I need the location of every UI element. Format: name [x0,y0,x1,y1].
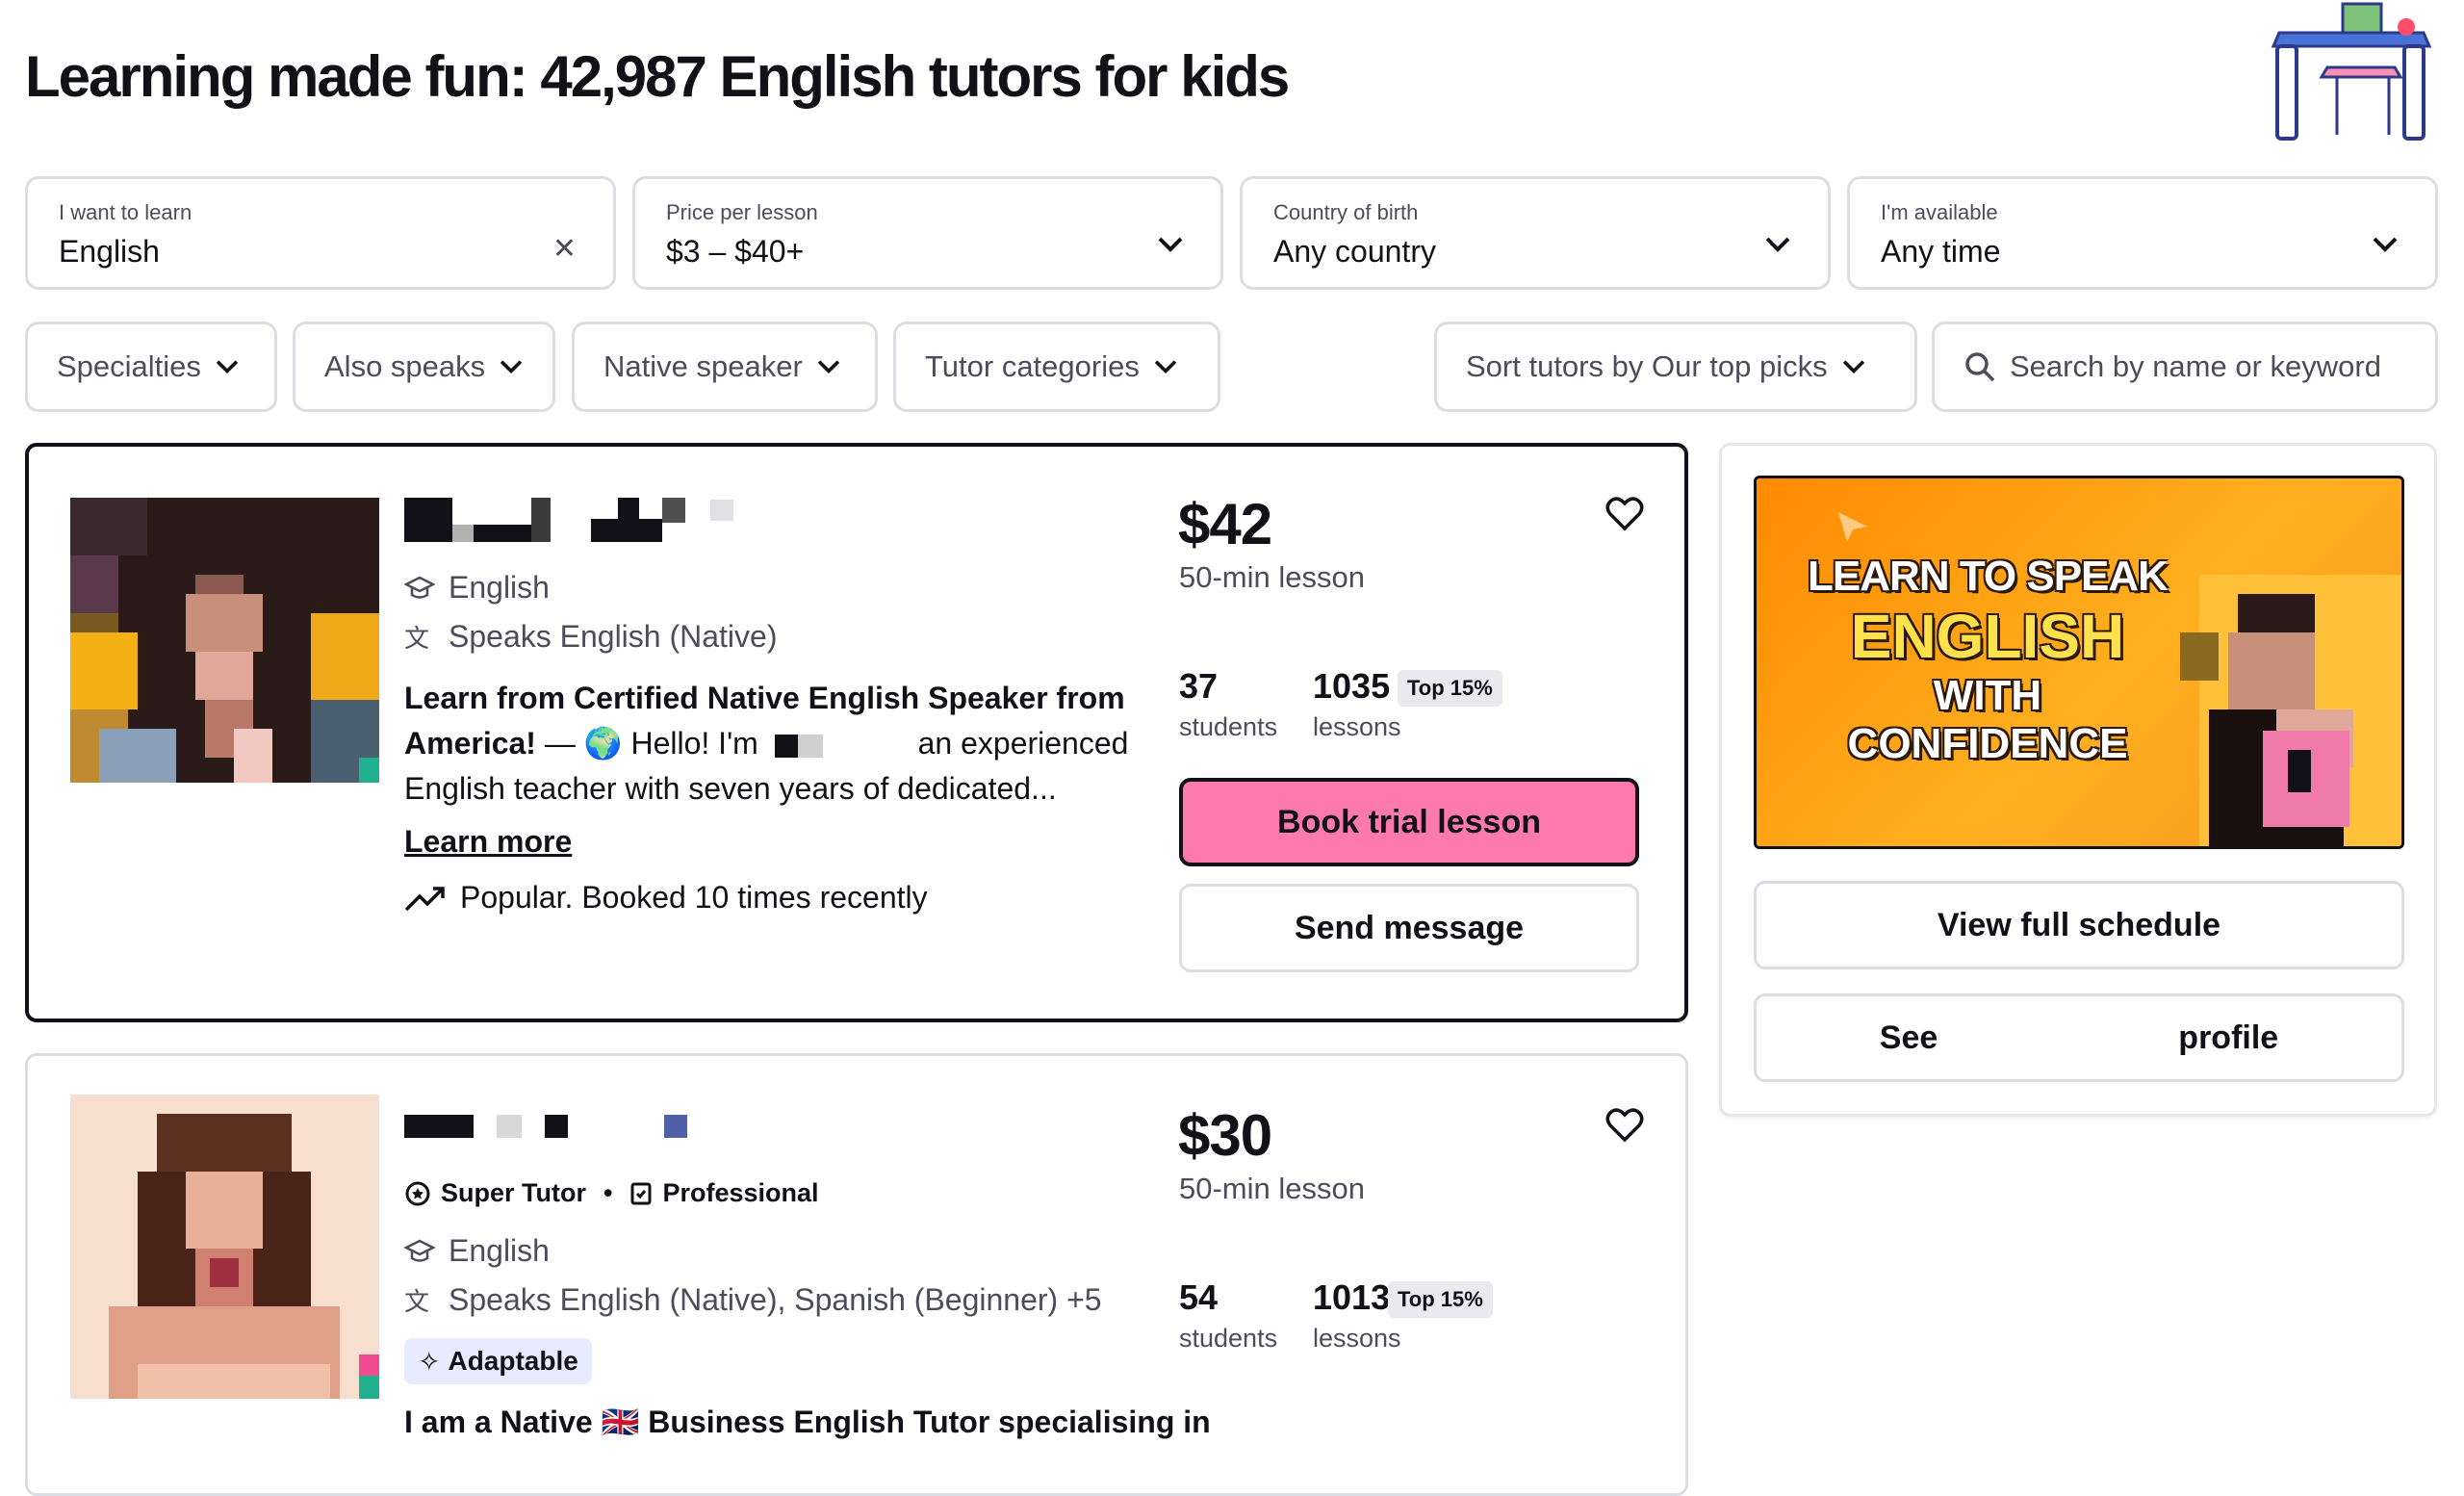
tutor-credentials: Super Tutor • Professional [404,1178,819,1208]
chevron-down-icon [1765,237,1790,252]
video-text: LEARN TO SPEAK ENGLISH WITH CONFIDENCE [1795,555,2180,765]
native-speaker-label: Native speaker [603,349,803,383]
tutor-tag: ✧ Adaptable [404,1338,592,1384]
tutor-desc-end: English teacher with seven years of dedi… [404,771,1057,806]
cursor-icon [1838,512,1867,542]
translate-icon: 文 [404,1287,430,1316]
chevron-down-icon [1158,237,1183,252]
lessons-label: lessons [1313,1324,1401,1353]
tutor-subject-text: English [449,1233,550,1268]
video-line-3: WITH [1933,672,2042,719]
students-label: students [1179,712,1278,741]
close-icon[interactable]: ✕ [552,235,577,264]
search-placeholder: Search by name or keyword [2010,349,2381,383]
award-icon [405,1181,430,1205]
book-trial-button[interactable]: Book trial lesson [1179,778,1639,866]
professional-label: Professional [662,1178,819,1207]
desk-illustration [2270,0,2443,144]
tutor-subject: English [404,570,550,606]
tutor-languages-text: Speaks English (Native), Spanish (Beginn… [449,1282,1102,1317]
chevron-down-icon [216,360,239,374]
intro-video[interactable]: LEARN TO SPEAK ENGLISH WITH CONFIDENCE [1754,476,2404,849]
filter-country-value: Any country [1273,234,1436,269]
popular-text: Popular. Booked 10 times recently [460,880,928,915]
graduation-cap-icon [404,576,435,599]
sort-dropdown[interactable]: Sort tutors by Our top picks [1434,322,1917,412]
translate-icon: 文 [404,624,430,653]
send-message-button[interactable]: Send message [1179,884,1639,972]
certificate-icon [630,1182,652,1204]
tutor-avatar[interactable] [70,1095,379,1399]
filter-price-label: Price per lesson [666,200,818,224]
tutor-desc-start: — 🌍 Hello! I'm [544,726,758,761]
filter-country-label: Country of birth [1273,200,1419,224]
native-speaker-dropdown[interactable]: Native speaker [572,322,878,412]
tutor-subject: English [404,1233,550,1269]
top-badge: Top 15% [1388,1281,1493,1318]
video-line-4: CONFIDENCE [1847,720,2128,767]
see-profile-button[interactable]: See profile [1754,993,2404,1082]
filter-country[interactable]: Country of birth Any country [1240,176,1831,290]
also-speaks-dropdown[interactable]: Also speaks [293,322,555,412]
chevron-down-icon [817,360,839,374]
lesson-length: 50-min lesson [1179,560,1365,594]
heart-icon[interactable] [1605,1108,1644,1143]
lesson-length: 50-min lesson [1179,1172,1365,1205]
learn-more-link[interactable]: Learn more [404,820,572,863]
lessons-count: 1013 [1313,1277,1391,1317]
filter-availability-label: I'm available [1881,200,1998,224]
video-line-1: LEARN TO SPEAK [1808,553,2169,600]
tutor-tag-text: Adaptable [448,1346,578,1376]
sort-label: Sort tutors by Our top picks [1466,349,1828,383]
tutor-categories-dropdown[interactable]: Tutor categories [893,322,1220,412]
tutor-price: $42 [1178,492,1272,556]
lessons-label: lessons [1313,712,1401,741]
tutor-description: Learn from Certified Native English Spea… [404,676,1136,812]
filter-price[interactable]: Price per lesson $3 – $40+ [632,176,1223,290]
view-schedule-button[interactable]: View full schedule [1754,881,2404,969]
tutor-name-redacted[interactable] [404,498,568,546]
video-line-2: ENGLISH [1850,602,2125,671]
tutor-avatar[interactable] [70,498,379,783]
see-profile-label-a: See [1879,1019,1938,1056]
sparkle-icon: ✧ [418,1346,441,1377]
graduation-cap-icon [404,1239,435,1262]
see-profile-label-b: profile [2178,1019,2279,1056]
filter-availability-value: Any time [1881,234,2001,269]
lessons-count: 1035 [1313,666,1391,706]
specialties-label: Specialties [57,349,201,383]
filter-subject[interactable]: I want to learn English ✕ [25,176,616,290]
super-tutor-label: Super Tutor [441,1178,586,1207]
filter-availability[interactable]: I'm available Any time [1847,176,2438,290]
top-badge: Top 15% [1398,670,1502,707]
specialties-dropdown[interactable]: Specialties [25,322,277,412]
chevron-down-icon [1154,360,1177,374]
tutor-subject-text: English [449,570,550,605]
tutor-name-redacted [591,498,735,546]
popular-notice: Popular. Booked 10 times recently [404,880,928,916]
filter-subject-label: I want to learn [59,200,192,224]
students-count: 37 [1179,666,1219,706]
filter-price-value: $3 – $40+ [666,234,805,269]
chevron-down-icon [500,360,523,374]
tutor-price: $30 [1178,1103,1272,1168]
search-icon [1965,352,1995,382]
search-input[interactable]: Search by name or keyword [1932,322,2438,412]
students-count: 54 [1179,1277,1219,1317]
tutor-desc-mid: an experienced [917,726,1129,761]
chevron-down-icon [1842,360,1864,374]
tutor-languages-text: Speaks English (Native) [449,619,778,654]
also-speaks-label: Also speaks [324,349,486,383]
chevron-down-icon [2373,237,2398,252]
tutor-headline: I am a Native 🇬🇧 Business English Tutor … [404,1405,1211,1439]
students-label: students [1179,1324,1278,1353]
heart-icon[interactable] [1605,497,1644,531]
trending-up-icon [404,886,445,911]
page-title: Learning made fun: 42,987 English tutors… [25,44,1290,109]
tutor-languages: 文 Speaks English (Native), Spanish (Begi… [404,1282,1102,1318]
tutor-languages: 文 Speaks English (Native) [404,619,777,655]
filter-subject-value: English [59,234,160,269]
tutor-categories-label: Tutor categories [925,349,1140,383]
tutor-name-redacted[interactable] [404,1115,693,1140]
